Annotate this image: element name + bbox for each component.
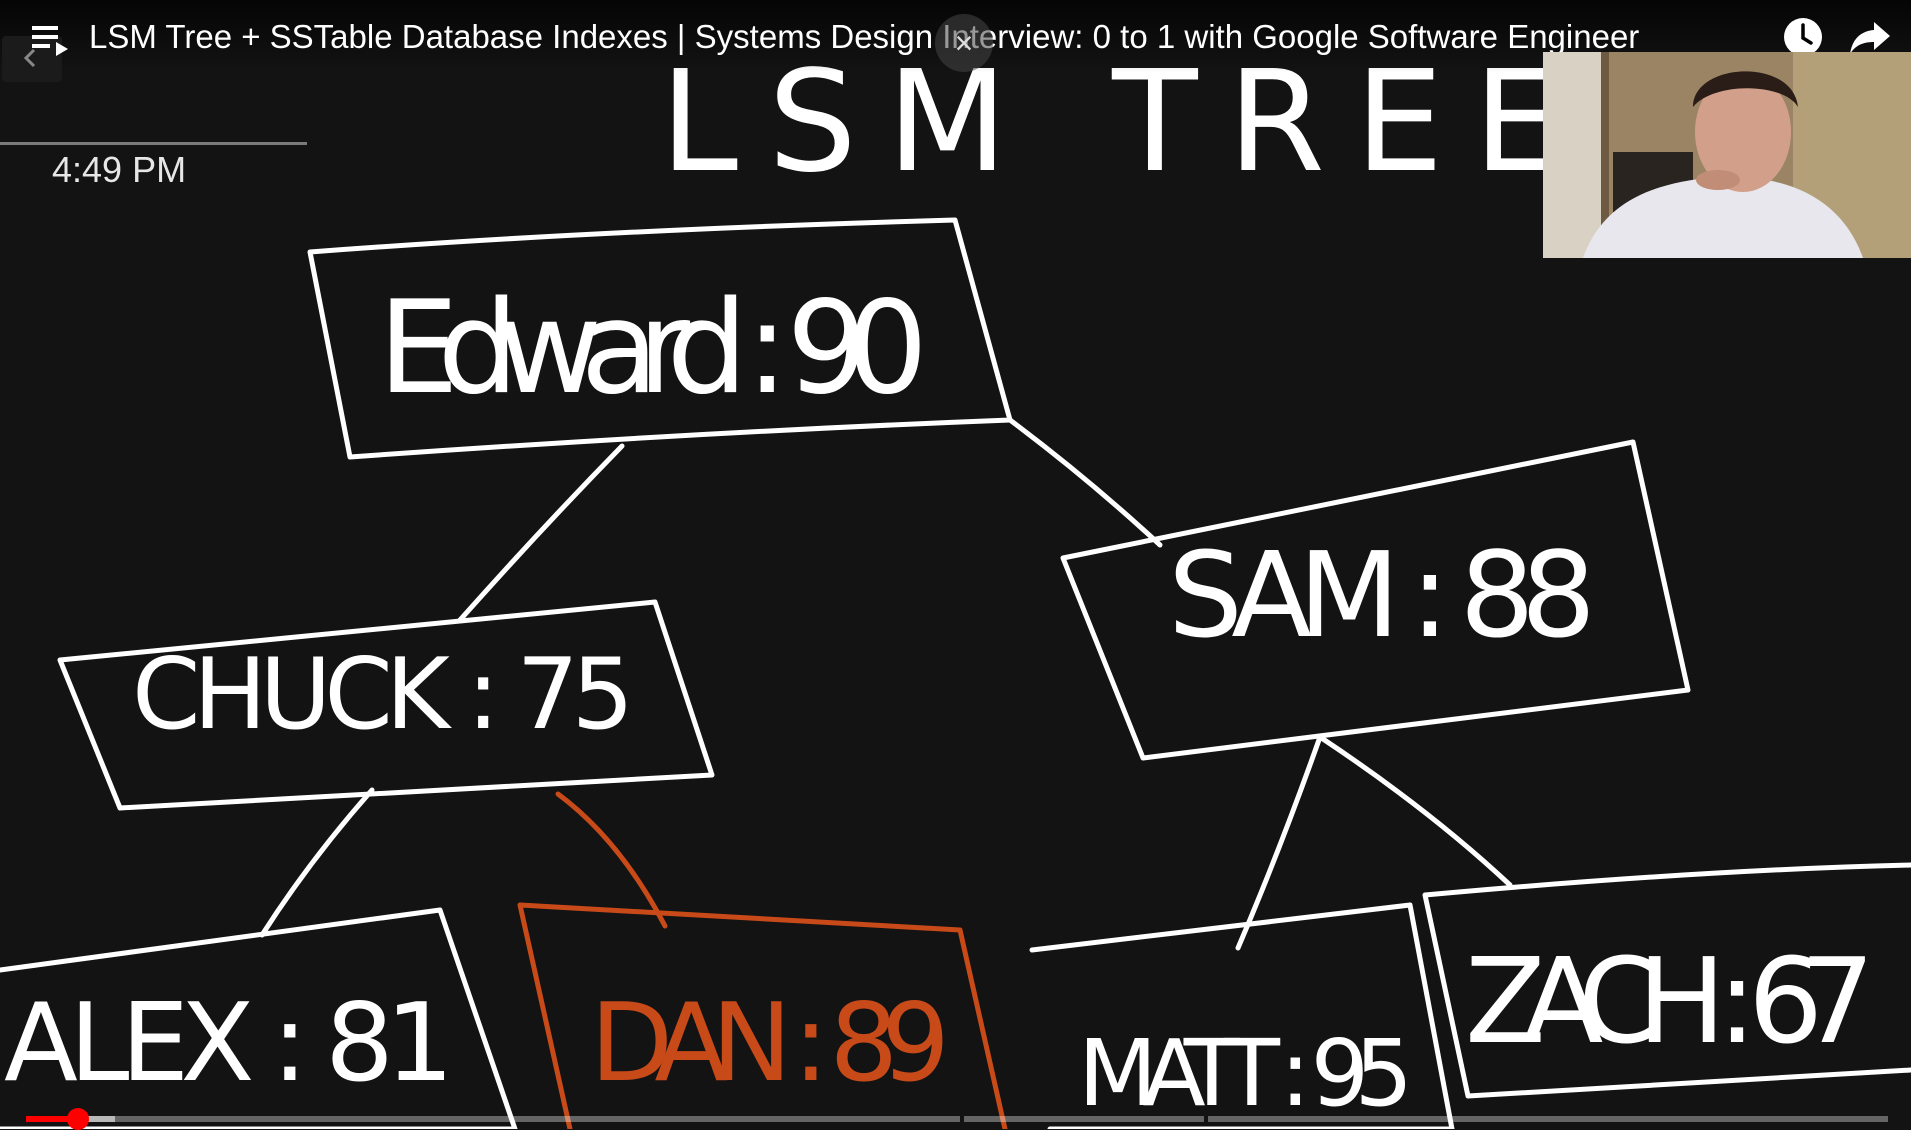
node-label-rightleft: MATT : 95 (1078, 1020, 1413, 1127)
chapter-marker (1204, 1116, 1208, 1122)
video-title[interactable]: LSM Tree + SSTable Database Indexes | Sy… (89, 16, 1729, 58)
clock-time: 4:49 PM (52, 149, 187, 190)
node-label-rightright: ZACH : 67 (1465, 932, 1875, 1070)
progress-scrubber[interactable] (67, 1108, 90, 1130)
node-label-right: SAM : 88 (1168, 526, 1596, 664)
chapter-marker (960, 1116, 964, 1122)
progress-bar[interactable] (26, 1108, 1888, 1130)
edge-left-leftleft (259, 787, 375, 938)
overlay-divider (0, 142, 307, 145)
edge-root-left (457, 443, 625, 623)
node-label-leftright-new: DAN : 89 (590, 981, 950, 1106)
node-label-root: Edward : 90 (378, 274, 928, 423)
webcam-video (1543, 52, 1911, 258)
node-label-left: CHUCK : 75 (132, 638, 634, 752)
playlist-icon (32, 26, 68, 56)
edge-root-right (1007, 417, 1163, 548)
node-label-leftleft: ALEX : 81 (4, 981, 454, 1106)
close-button[interactable]: × (935, 14, 993, 72)
playlist-button[interactable] (28, 20, 72, 60)
edge-right-rightright (1317, 734, 1513, 888)
presenter-image (1543, 52, 1911, 258)
close-icon: × (954, 25, 974, 61)
